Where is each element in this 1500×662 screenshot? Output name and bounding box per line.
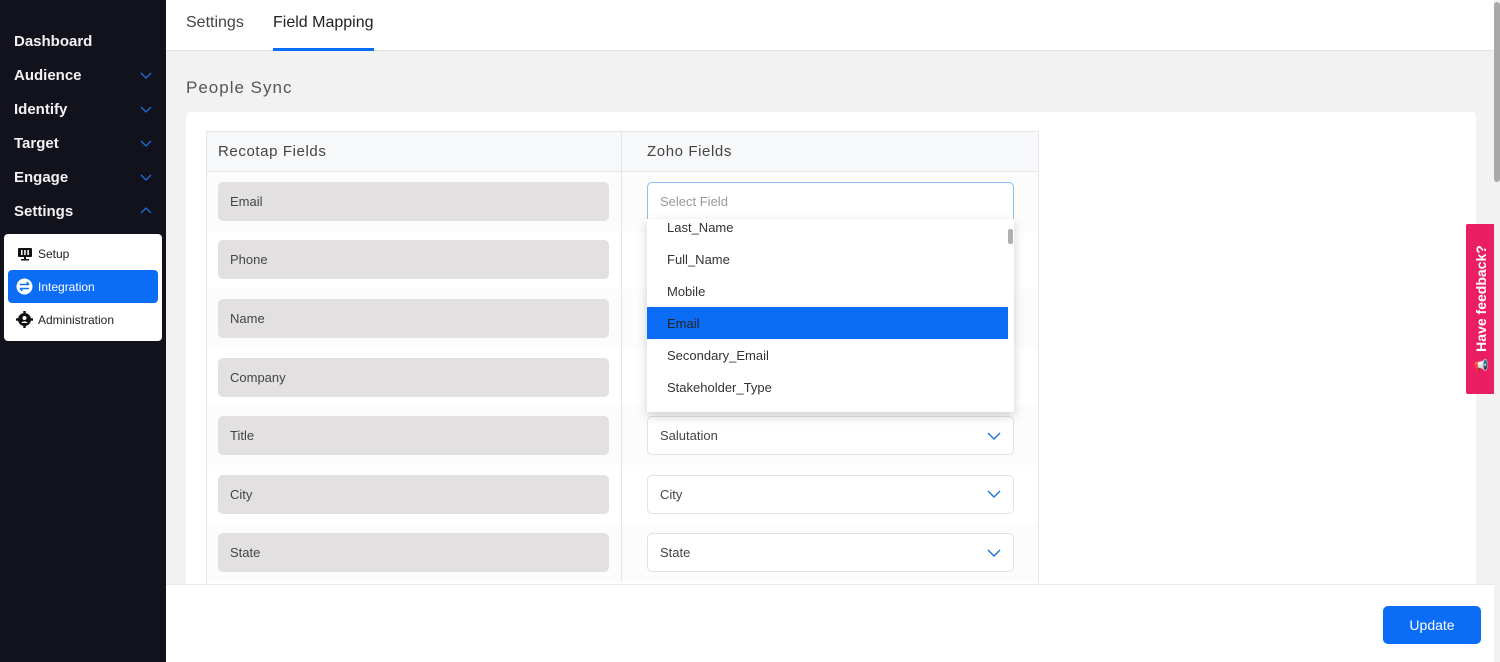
table-row: Title Salutation — [207, 406, 1038, 465]
zoho-field-select[interactable]: Select Field — [647, 181, 1014, 221]
submenu-item-label: Administration — [38, 312, 115, 327]
gear-user-icon — [16, 311, 33, 328]
update-button[interactable]: Update — [1383, 606, 1481, 644]
sidebar: Dashboard Audience Identify Target Engag… — [0, 0, 166, 662]
table-header: Recotap Fields Zoho Fields — [207, 132, 1038, 172]
dropdown-option[interactable]: Stakeholder_Type — [647, 371, 1008, 403]
monitor-icon — [16, 245, 33, 262]
tab-bar: Settings Field Mapping — [166, 0, 1494, 51]
page-scrollbar[interactable] — [1494, 0, 1500, 662]
chevron-down-icon — [140, 140, 152, 147]
settings-submenu: Setup Integration Administration — [4, 234, 162, 341]
sidebar-item-audience[interactable]: Audience — [14, 63, 154, 87]
sidebar-item-settings[interactable]: Settings — [14, 199, 154, 223]
sidebar-item-label: Dashboard — [14, 32, 93, 50]
feedback-button[interactable]: 📢 Have feedback? — [1466, 224, 1495, 394]
integration-icon — [16, 278, 33, 295]
zoho-field-select[interactable]: City — [647, 474, 1014, 514]
dropdown-option[interactable]: Last_Name — [647, 219, 1008, 243]
dropdown-option[interactable]: Secondary_Email — [647, 339, 1008, 371]
table-row: City City — [207, 464, 1038, 524]
table-row: State State — [207, 523, 1038, 583]
sidebar-item-label: Target — [14, 134, 59, 152]
page-title: People Sync — [186, 78, 293, 97]
sidebar-item-identify[interactable]: Identify — [14, 97, 154, 121]
sidebar-item-target[interactable]: Target — [14, 131, 154, 155]
chevron-down-icon — [987, 490, 1001, 499]
zoho-field-dropdown: Last_Name Full_Name Mobile Email Seconda… — [647, 219, 1014, 412]
scrollbar-thumb[interactable] — [1494, 2, 1500, 182]
chevron-up-icon — [140, 207, 152, 214]
footer-bar — [166, 584, 1494, 662]
sidebar-item-label: Identify — [14, 100, 68, 118]
recotap-field: Email — [218, 181, 609, 221]
chevron-down-icon — [140, 72, 152, 79]
select-value: City — [660, 486, 683, 502]
recotap-field: Phone — [218, 240, 609, 280]
select-value: State — [660, 545, 691, 561]
sidebar-item-label: Settings — [14, 202, 74, 220]
sidebar-item-dashboard[interactable]: Dashboard — [14, 29, 154, 53]
recotap-field: Title — [218, 416, 609, 456]
dropdown-option-highlighted[interactable]: Email — [647, 307, 1008, 339]
dropdown-option[interactable]: Mobile — [647, 275, 1008, 307]
feedback-label: Have feedback? — [1472, 245, 1489, 352]
submenu-item-integration[interactable]: Integration — [8, 270, 158, 303]
zoho-field-select[interactable]: Salutation — [647, 416, 1014, 456]
column-header-recotap: Recotap Fields — [207, 132, 622, 171]
chevron-down-icon — [140, 174, 152, 181]
submenu-item-setup[interactable]: Setup — [8, 237, 158, 270]
recotap-field: City — [218, 474, 609, 514]
tab-field-mapping[interactable]: Field Mapping — [273, 14, 374, 51]
submenu-item-label: Integration — [38, 279, 95, 294]
chevron-down-icon — [140, 106, 152, 113]
zoho-field-select[interactable]: State — [647, 533, 1014, 573]
recotap-field: State — [218, 533, 609, 573]
sidebar-item-engage[interactable]: Engage — [14, 165, 154, 189]
select-value: Salutation — [660, 428, 718, 444]
recotap-field: Name — [218, 298, 609, 338]
dropdown-option[interactable]: Full_Name — [647, 243, 1008, 275]
chevron-down-icon — [987, 432, 1001, 440]
sidebar-item-label: Audience — [14, 66, 82, 84]
submenu-item-administration[interactable]: Administration — [8, 303, 158, 336]
sidebar-item-label: Engage — [14, 168, 69, 186]
column-header-zoho: Zoho Fields — [647, 143, 732, 160]
select-placeholder: Select Field — [660, 193, 728, 209]
submenu-item-label: Setup — [38, 246, 70, 261]
dropdown-scrollbar[interactable] — [1008, 229, 1013, 244]
chevron-down-icon — [987, 549, 1001, 557]
megaphone-icon: 📢 — [1473, 358, 1488, 373]
tab-settings[interactable]: Settings — [186, 14, 244, 51]
recotap-field: Company — [218, 357, 609, 397]
